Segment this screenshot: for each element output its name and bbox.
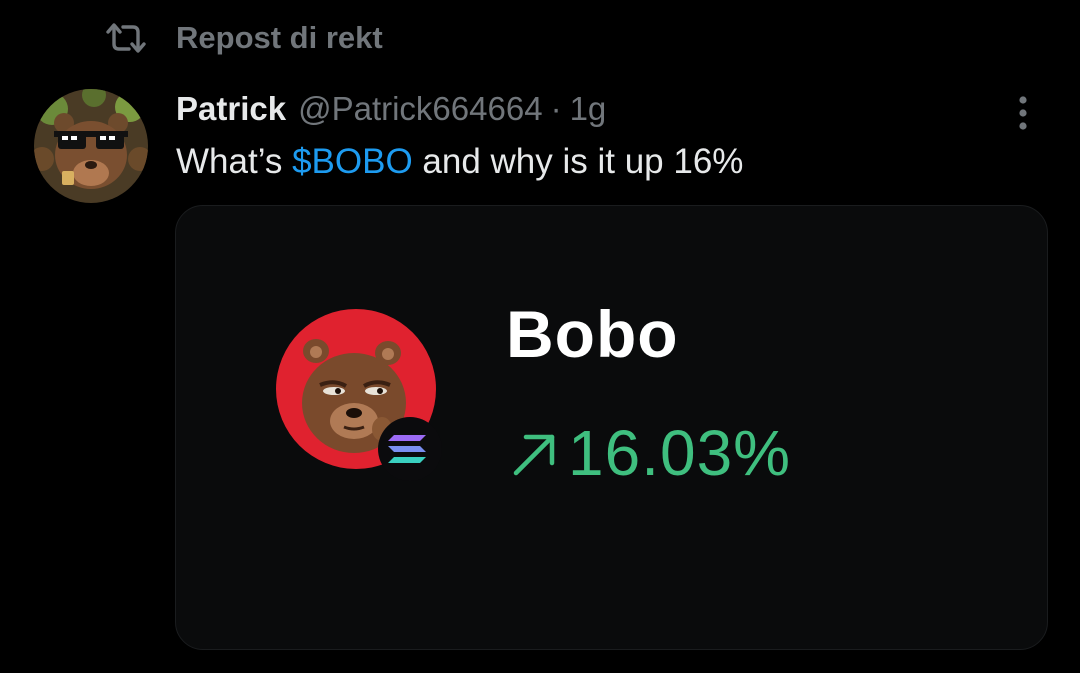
token-name: Bobo [506, 297, 679, 371]
more-options-button[interactable] [1006, 92, 1040, 134]
post-header: Patrick @Patrick664664 · 1g [176, 86, 606, 132]
token-change: 16.03% [506, 416, 791, 490]
post-time[interactable]: 1g [570, 90, 607, 128]
solana-icon [388, 435, 426, 463]
author-handle[interactable]: @Patrick664664 [298, 90, 542, 128]
token-logo [276, 309, 446, 481]
change-value: 16.03% [568, 417, 792, 489]
arrow-up-right-icon [513, 434, 555, 476]
repost-label[interactable]: Repost di rekt [176, 20, 383, 56]
repost-icon [106, 23, 146, 53]
avatar[interactable] [34, 89, 148, 203]
more-vertical-icon [1019, 96, 1027, 130]
separator: · [550, 90, 562, 127]
cashtag-link[interactable]: $BOBO [292, 142, 413, 181]
post-text: What’s $BOBO and why is it up 16% [176, 138, 743, 186]
media-card[interactable]: Bobo 16.03% [175, 205, 1048, 650]
repost-context[interactable]: Repost di rekt [104, 18, 383, 58]
bobo-bear-logo-icon [276, 309, 442, 481]
post-text-before: What’s [176, 142, 293, 181]
bear-avatar-icon [34, 89, 148, 203]
author-display-name[interactable]: Patrick [176, 90, 286, 128]
post-text-after: and why is it up 16% [412, 142, 744, 181]
